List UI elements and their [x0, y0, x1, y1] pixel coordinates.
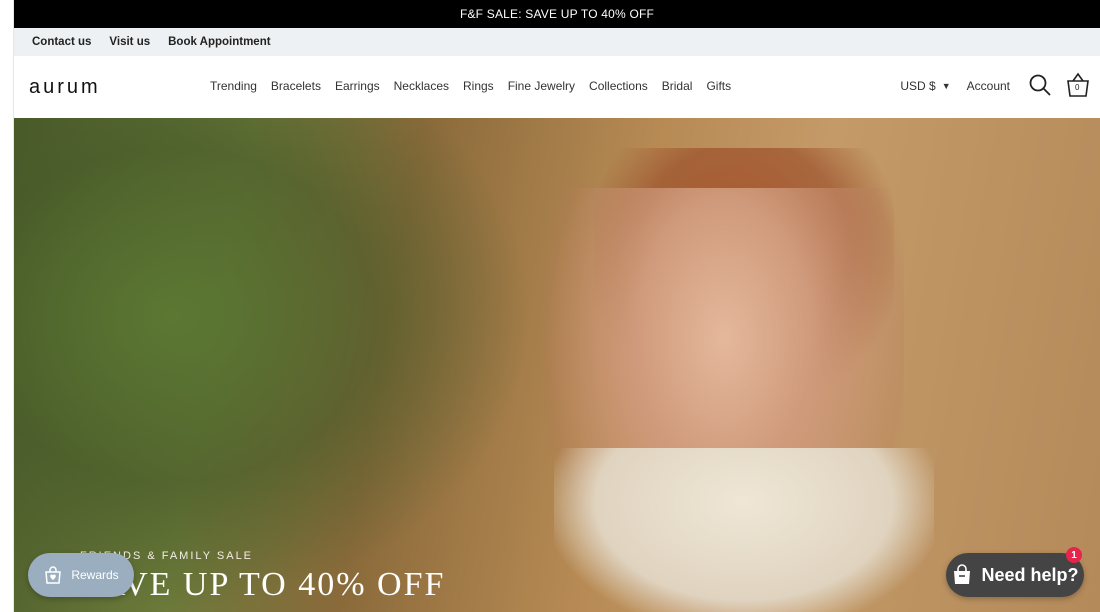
search-icon [1028, 73, 1052, 100]
menu-item-earrings[interactable]: Earrings [335, 79, 380, 93]
notification-badge: 1 [1066, 547, 1082, 563]
chevron-down-icon: ▼ [941, 81, 951, 91]
currency-selector[interactable]: USD $ ▼ [900, 79, 950, 93]
announcement-bar: F&F SALE: SAVE UP TO 40% OFF [14, 0, 1100, 28]
rewards-label: Rewards [71, 568, 119, 582]
header-actions: USD $ ▼ Account 0 [900, 68, 1100, 104]
book-appointment-link[interactable]: Book Appointment [168, 36, 270, 48]
shopping-bag-heart-icon [43, 565, 63, 585]
hero-image-grass [14, 118, 534, 612]
help-label: Need help? [981, 564, 1079, 585]
hero-title: SAVE UP TO 40% OFF [80, 566, 446, 603]
contact-us-link[interactable]: Contact us [32, 36, 91, 48]
utility-bar: Contact us Visit us Book Appointment [14, 28, 1100, 56]
cart-button[interactable]: 0 [1062, 70, 1094, 102]
menu-item-fine-jewelry[interactable]: Fine Jewelry [508, 79, 575, 93]
left-gutter [0, 0, 14, 612]
menu-item-trending[interactable]: Trending [210, 79, 257, 93]
shopify-bag-icon [951, 564, 973, 586]
menu-item-bridal[interactable]: Bridal [662, 79, 693, 93]
hero-banner[interactable] [14, 118, 1100, 612]
account-link[interactable]: Account [967, 79, 1010, 93]
chat-help-button[interactable]: Need help? 1 [946, 547, 1084, 597]
visit-us-link[interactable]: Visit us [109, 36, 150, 48]
menu-item-bracelets[interactable]: Bracelets [271, 79, 321, 93]
menu-item-necklaces[interactable]: Necklaces [394, 79, 449, 93]
menu-item-collections[interactable]: Collections [589, 79, 648, 93]
cart-count: 0 [1075, 83, 1080, 92]
logo[interactable]: aurum [29, 76, 101, 99]
main-navigation: aurum Trending Bracelets Earrings Neckla… [14, 56, 1100, 118]
menu-item-gifts[interactable]: Gifts [706, 79, 731, 93]
menu-item-rings[interactable]: Rings [463, 79, 494, 93]
currency-value: USD $ [900, 79, 936, 93]
hero-image-top [554, 448, 934, 612]
announcement-text: F&F SALE: SAVE UP TO 40% OFF [459, 7, 655, 21]
rewards-button[interactable]: Rewards [28, 553, 134, 597]
search-button[interactable] [1024, 70, 1056, 102]
primary-menu: Trending Bracelets Earrings Necklaces Ri… [210, 79, 745, 93]
